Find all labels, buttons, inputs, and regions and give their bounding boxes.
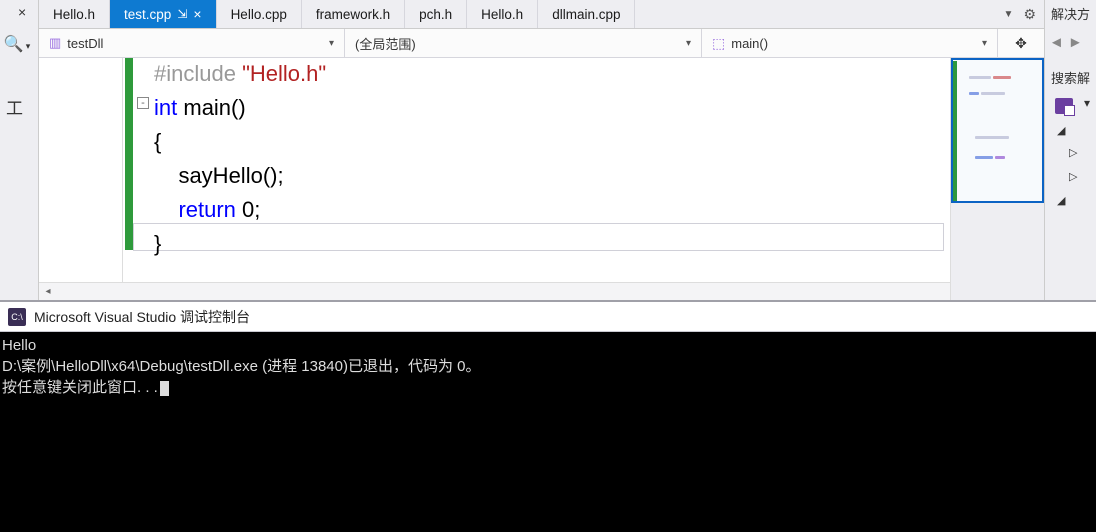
toolbox-icon[interactable]: 工 [6,94,23,119]
tab-label: dllmain.cpp [552,7,620,22]
tab-overflow: ▼ ⚙ [996,0,1044,28]
tab-hello-h[interactable]: Hello.h [39,0,110,28]
scroll-left-icon[interactable]: ◂ [39,283,57,300]
fold-toggle[interactable]: - [137,97,149,109]
tab-dllmain-cpp[interactable]: dllmain.cpp [538,0,635,28]
semicolon: ; [254,197,260,222]
console-output[interactable]: Hello D:\案例\HelloDll\x64\Debug\testDll.e… [0,332,1096,532]
tab-bar: Hello.h test.cpp ⇲ × Hello.cpp framework… [39,0,1044,29]
kw-int: int [154,95,177,120]
function-icon: ⬚ [712,35,725,52]
tree-expand-icon[interactable]: ▷ [1069,170,1077,183]
console-icon: C:\ [8,308,26,326]
tab-hello-h-2[interactable]: Hello.h [467,0,538,28]
gear-icon[interactable]: ⚙ [1023,6,1036,23]
tab-test-cpp[interactable]: test.cpp ⇲ × [110,0,217,28]
solution-icon[interactable] [1055,98,1073,114]
search-label[interactable]: 搜索解 [1051,68,1090,87]
project-icon: ▥ [49,35,61,51]
include-file: "Hello.h" [242,61,326,86]
navigation-bar: ▥ testDll ▾ (全局范围) ▾ ⬚ main() ▾ ✥ [39,29,1044,58]
kw-return: return [154,197,236,222]
scope-function-dropdown[interactable]: ⬚ main() ▾ [702,29,998,57]
tab-label: test.cpp [124,7,171,22]
brace-open: { [154,129,161,154]
tab-framework-h[interactable]: framework.h [302,0,405,28]
minimap-empty [951,203,1044,300]
solution-explorer-title: 解决方 [1051,4,1090,23]
tree-collapsed-icon[interactable]: ◢ [1057,124,1065,137]
close-icon[interactable]: × [193,6,201,22]
minimap-viewport[interactable] [951,58,1044,203]
tree-expand-icon[interactable]: ▷ [1069,146,1077,159]
debug-console-window: C:\ Microsoft Visual Studio 调试控制台 Hello … [0,300,1096,532]
code-content[interactable]: #include "Hello.h" int main() { sayHello… [154,58,944,262]
search-icon[interactable]: 🔍▾ [2,34,32,54]
left-toolbar: × 🔍▾ 工 [0,0,39,300]
scope-project-label: testDll [67,36,103,51]
tree-collapsed-icon[interactable]: ◢ [1057,194,1065,207]
chevron-down-icon[interactable]: ▾ [1084,96,1090,110]
gutter-divider [122,58,123,282]
ret-val: 0 [236,197,254,222]
tab-label: pch.h [419,7,452,22]
console-titlebar[interactable]: C:\ Microsoft Visual Studio 调试控制台 [0,302,1096,332]
chevron-down-icon: ▾ [686,38,691,49]
chevron-down-icon: ▾ [26,41,31,51]
preproc: #include [154,61,242,86]
pin-icon[interactable]: ⇲ [177,7,187,21]
scope-function-label: main() [731,36,768,51]
close-icon[interactable]: × [18,4,26,20]
scope-project-dropdown[interactable]: ▥ testDll ▾ [39,29,345,57]
cursor [160,381,169,396]
brace-close: } [154,231,161,256]
console-title-text: Microsoft Visual Studio 调试控制台 [34,307,250,327]
scope-range-label: (全局范围) [355,34,416,53]
chevron-down-icon: ▾ [982,38,987,49]
tab-label: Hello.cpp [231,7,287,22]
minimap[interactable] [950,58,1044,300]
tab-hello-cpp[interactable]: Hello.cpp [217,0,302,28]
tab-label: Hello.h [53,7,95,22]
change-marker [125,58,133,250]
console-line: 按任意键关闭此窗口. . . [2,379,158,396]
console-line: Hello [2,337,36,354]
horizontal-scrollbar[interactable]: ◂ [39,282,950,300]
console-line: D:\案例\HelloDll\x64\Debug\testDll.exe (进程… [2,358,480,375]
nav-back-icon[interactable]: ◄ [1049,34,1064,51]
tab-pch-h[interactable]: pch.h [405,0,467,28]
split-editor-button[interactable]: ✥ [998,29,1044,57]
scope-range-dropdown[interactable]: (全局范围) ▾ [345,29,702,57]
call-sayhello: sayHello(); [154,163,284,188]
overflow-menu-icon[interactable]: ▼ [1004,9,1014,20]
fn-main: main() [177,95,245,120]
tab-label: framework.h [316,7,390,22]
tab-label: Hello.h [481,7,523,22]
code-editor[interactable]: - #include "Hello.h" int main() { sayHel… [39,58,950,300]
chevron-down-icon: ▾ [329,38,334,49]
nav-forward-icon[interactable]: ► [1068,34,1083,51]
solution-explorer-strip: 解决方 ◄ ► 搜索解 ▾ ◢ ▷ ▷ ◢ [1044,0,1096,300]
